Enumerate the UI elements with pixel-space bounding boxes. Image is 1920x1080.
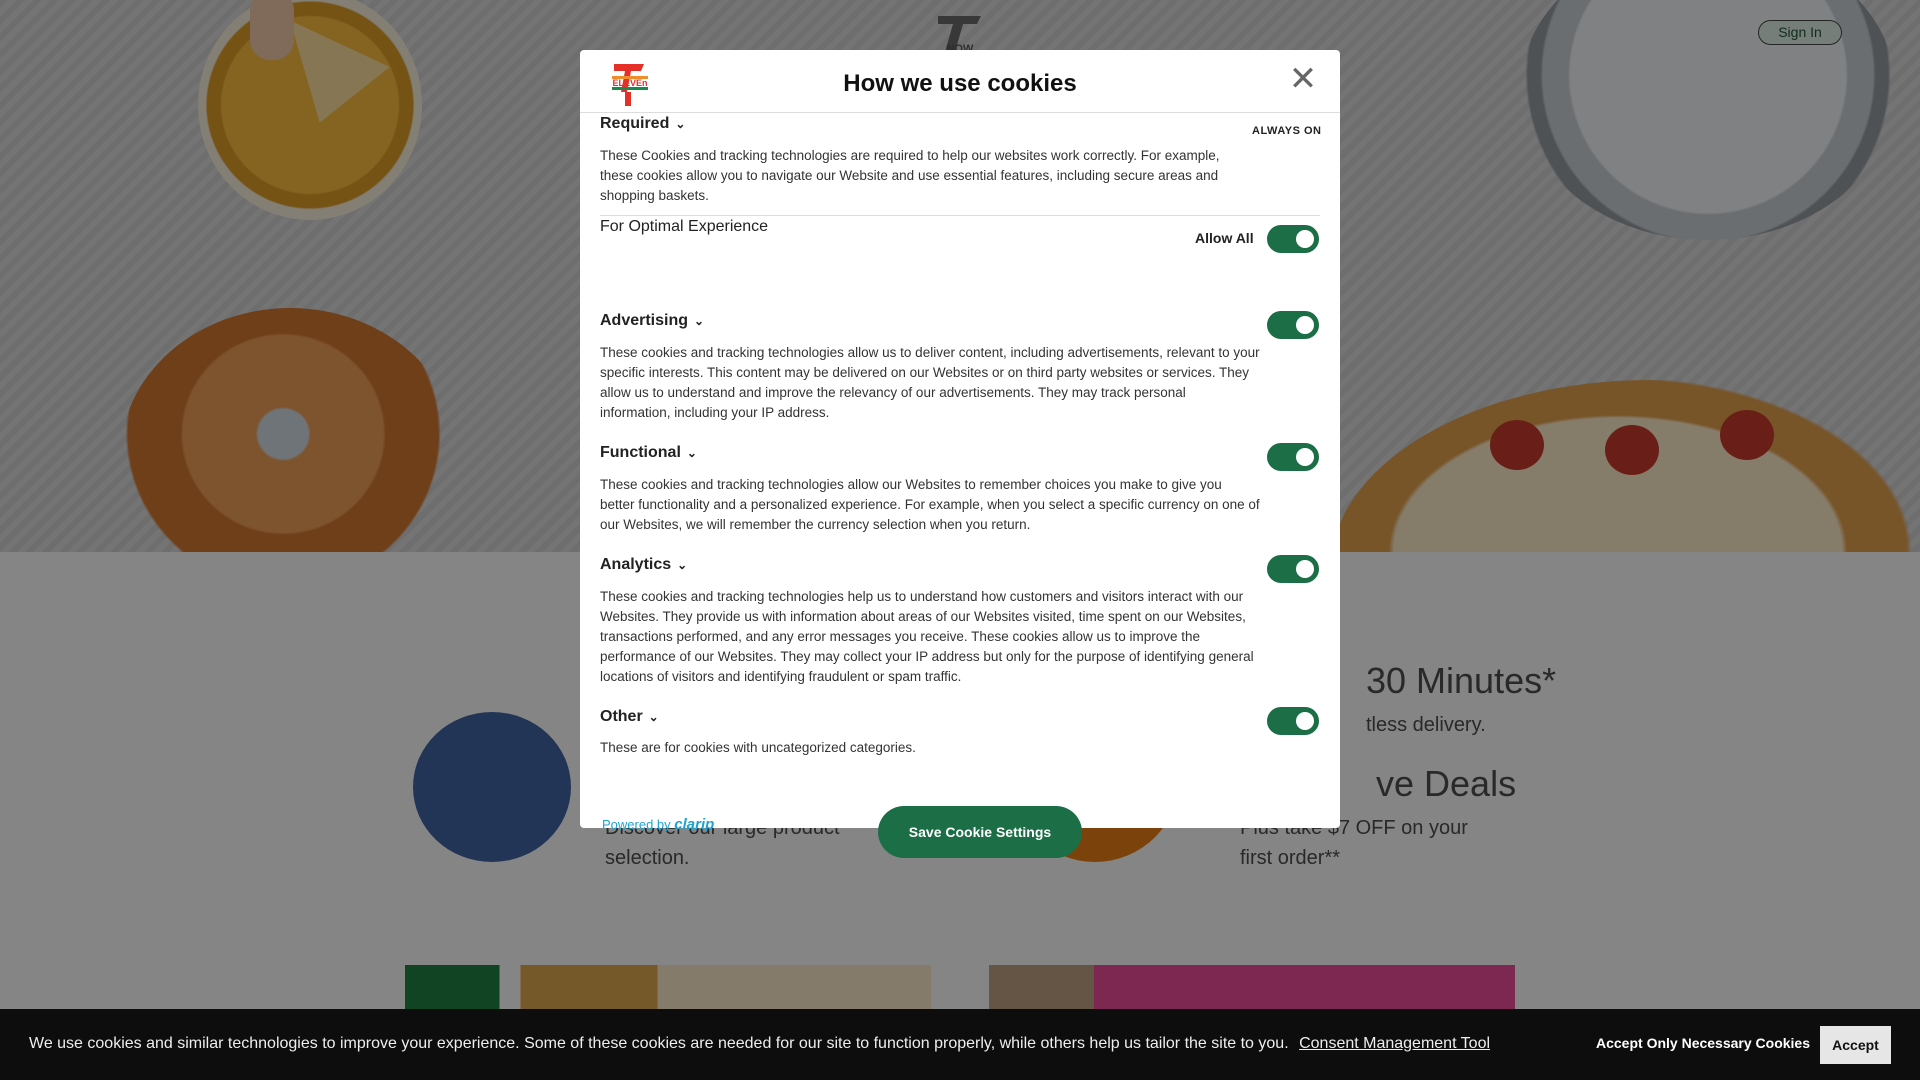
other-title: Other bbox=[600, 708, 643, 725]
accept-button[interactable]: Accept bbox=[1820, 1026, 1891, 1064]
analytics-section-toggle[interactable]: Analytics ⌄ bbox=[600, 556, 687, 574]
banner-message: We use cookies and similar technologies … bbox=[29, 1035, 1289, 1052]
chevron-down-icon: ⌄ bbox=[686, 446, 697, 460]
advertising-toggle[interactable] bbox=[1267, 311, 1319, 339]
required-section-toggle[interactable]: Required ⌄ bbox=[600, 115, 685, 133]
always-on-label: ALWAYS ON bbox=[1252, 125, 1322, 137]
functional-section-toggle[interactable]: Functional ⌄ bbox=[600, 444, 697, 462]
chevron-down-icon: ⌄ bbox=[648, 710, 659, 724]
functional-desc: These cookies and tracking technologies … bbox=[600, 477, 1260, 532]
powered-by-clarip[interactable]: Powered by clarip bbox=[602, 816, 714, 833]
divider bbox=[600, 215, 1320, 216]
other-toggle[interactable] bbox=[1267, 707, 1319, 735]
allow-all-label: Allow All bbox=[1195, 230, 1254, 246]
other-desc: These are for cookies with uncategorized… bbox=[600, 740, 916, 755]
chevron-down-icon: ⌄ bbox=[677, 558, 688, 572]
advertising-section-toggle[interactable]: Advertising ⌄ bbox=[600, 312, 704, 330]
chevron-down-icon: ⌄ bbox=[694, 314, 705, 328]
analytics-desc: These cookies and tracking technologies … bbox=[600, 589, 1254, 684]
close-icon[interactable]: ✕ bbox=[1288, 62, 1318, 96]
modal-title: How we use cookies bbox=[843, 70, 1077, 97]
other-section-toggle[interactable]: Other ⌄ bbox=[600, 708, 659, 726]
clarip-logo: clarip bbox=[674, 816, 715, 833]
optimal-title: For Optimal Experience bbox=[600, 218, 769, 235]
consent-management-link[interactable]: Consent Management Tool bbox=[1299, 1035, 1490, 1052]
cookie-banner: We use cookies and similar technologies … bbox=[0, 1009, 1920, 1080]
banner-text-wrap: We use cookies and similar technologies … bbox=[29, 1035, 1490, 1053]
advertising-title: Advertising bbox=[600, 312, 689, 329]
analytics-title: Analytics bbox=[600, 556, 672, 573]
accept-necessary-button[interactable]: Accept Only Necessary Cookies bbox=[1596, 1035, 1810, 1051]
modal-header: ELEVEn How we use cookies ✕ bbox=[580, 50, 1340, 113]
powered-by-label: Powered by bbox=[602, 817, 671, 832]
functional-toggle[interactable] bbox=[1267, 443, 1319, 471]
chevron-down-icon: ⌄ bbox=[675, 117, 686, 131]
cookie-settings-modal: ELEVEn How we use cookies ✕ Required ⌄ AL… bbox=[580, 50, 1340, 858]
analytics-toggle[interactable] bbox=[1267, 555, 1319, 583]
required-desc: These Cookies and tracking technologies … bbox=[600, 148, 1220, 203]
allow-all-toggle[interactable] bbox=[1267, 225, 1319, 253]
functional-title: Functional bbox=[600, 444, 681, 461]
required-title: Required bbox=[600, 115, 670, 132]
advertising-desc: These cookies and tracking technologies … bbox=[600, 345, 1260, 420]
save-cookie-settings-button[interactable]: Save Cookie Settings bbox=[878, 806, 1082, 858]
